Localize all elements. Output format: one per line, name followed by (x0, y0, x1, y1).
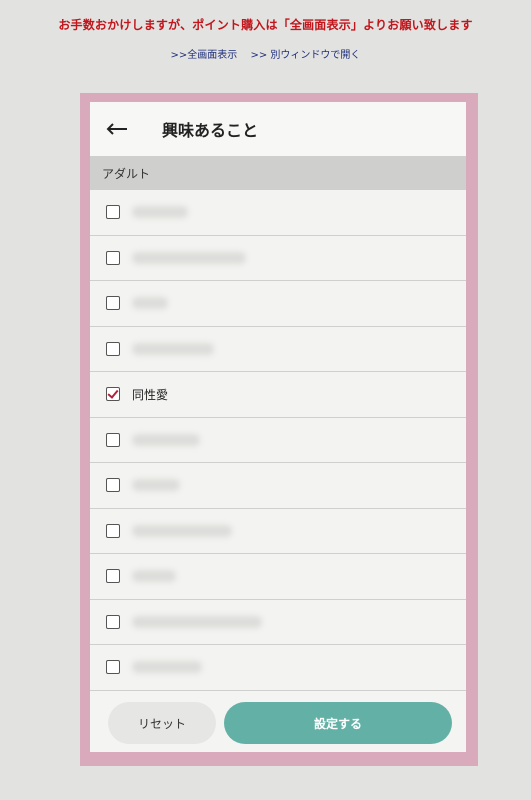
checkbox[interactable] (106, 205, 120, 220)
checkbox[interactable] (106, 660, 120, 675)
reset-button[interactable]: リセット (108, 702, 216, 744)
blurred-label (132, 297, 168, 310)
blurred-label (132, 524, 232, 537)
list-item[interactable] (90, 417, 466, 463)
interests-panel: 興味あること アダルト 同性愛 リセット 設定する (90, 102, 466, 752)
blurred-label (132, 433, 200, 446)
view-links: >>全画面表示 >> 別ウィンドウで開く (0, 46, 531, 61)
interest-list: 同性愛 (90, 190, 466, 691)
section-header: アダルト (90, 156, 466, 190)
panel-header: 興味あること (90, 102, 466, 156)
checkbox[interactable] (106, 614, 120, 629)
list-item[interactable] (90, 281, 466, 327)
blurred-label (132, 661, 202, 674)
blurred-label (132, 251, 246, 264)
list-item[interactable] (90, 645, 466, 691)
checkbox[interactable] (106, 432, 120, 447)
panel-footer: リセット 設定する (90, 694, 466, 752)
purchase-notice: お手数おかけしますが、ポイント購入は「全画面表示」よりお願い致します (58, 18, 473, 32)
blurred-label (132, 479, 180, 492)
new-window-link[interactable]: >> 別ウィンドウで開く (251, 50, 361, 61)
list-item[interactable] (90, 235, 466, 281)
checkbox[interactable] (106, 523, 120, 538)
list-item[interactable] (90, 190, 466, 236)
list-item[interactable] (90, 463, 466, 509)
list-item[interactable] (90, 599, 466, 645)
fullscreen-link[interactable]: >>全画面表示 (171, 50, 238, 61)
checkbox[interactable] (106, 296, 120, 311)
list-item[interactable] (90, 326, 466, 372)
list-item[interactable] (90, 508, 466, 554)
blurred-label (132, 570, 176, 583)
back-arrow-icon[interactable] (106, 119, 132, 139)
list-item[interactable]: 同性愛 (90, 372, 466, 418)
checkbox[interactable] (106, 569, 120, 584)
item-label: 同性愛 (132, 387, 169, 402)
checkbox[interactable] (106, 250, 120, 265)
checkbox[interactable] (106, 478, 120, 493)
blurred-label (132, 342, 214, 355)
blurred-label (132, 615, 262, 628)
checkbox-checked[interactable] (106, 387, 120, 402)
page-title: 興味あること (162, 121, 259, 140)
blurred-label (132, 206, 188, 219)
list-item[interactable] (90, 554, 466, 600)
submit-button[interactable]: 設定する (224, 702, 452, 744)
checkbox[interactable] (106, 341, 120, 356)
